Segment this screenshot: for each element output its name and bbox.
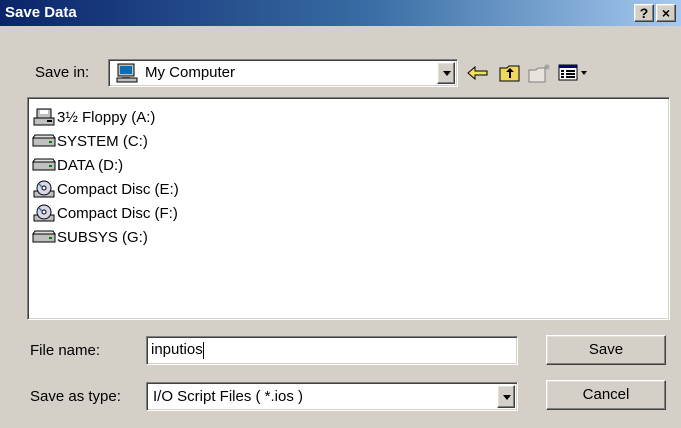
cancel-button[interactable]: Cancel	[546, 380, 666, 410]
close-button[interactable]: ×	[656, 4, 676, 22]
save-in-value: My Computer	[145, 64, 236, 81]
file-name-value: inputios	[151, 341, 203, 358]
list-item[interactable]: Compact Disc (E:)	[32, 178, 179, 200]
save-as-type-dropdown[interactable]: I/O Script Files ( *.ios )	[146, 382, 518, 411]
list-item[interactable]: Compact Disc (F:)	[32, 202, 178, 224]
file-item-label: SUBSYS (G:)	[57, 228, 148, 246]
file-item-label: Compact Disc (F:)	[57, 204, 178, 222]
file-name-label: File name:	[30, 342, 101, 359]
cd-drive-icon	[32, 179, 56, 199]
file-list[interactable]: 3½ Floppy (A:) SYSTEM (C:) DATA (D:) Com…	[27, 97, 670, 320]
file-item-label: Compact Disc (E:)	[57, 180, 179, 198]
save-in-label: Save in:	[35, 64, 90, 81]
hard-drive-icon	[32, 131, 56, 151]
help-button[interactable]: ?	[634, 4, 654, 22]
list-item[interactable]: SYSTEM (C:)	[32, 130, 148, 152]
window-title: Save Data	[5, 4, 77, 21]
hard-drive-icon	[32, 227, 56, 247]
list-item[interactable]: 3½ Floppy (A:)	[32, 106, 155, 128]
save-in-dropdown-arrow[interactable]	[437, 62, 455, 84]
list-item[interactable]: SUBSYS (G:)	[32, 226, 148, 248]
view-menu-icon[interactable]	[557, 60, 591, 86]
list-item[interactable]: DATA (D:)	[32, 154, 123, 176]
title-bar[interactable]: Save Data ? ×	[0, 0, 681, 26]
cd-drive-icon	[32, 203, 56, 223]
save-as-type-label: Save as type:	[30, 388, 121, 405]
save-as-type-value: I/O Script Files ( *.ios )	[153, 388, 304, 405]
hard-drive-icon	[32, 155, 56, 175]
file-name-input[interactable]: inputios	[146, 336, 518, 365]
up-folder-icon[interactable]	[497, 60, 523, 86]
file-item-label: 3½ Floppy (A:)	[57, 108, 156, 126]
new-folder-icon[interactable]	[527, 60, 553, 86]
back-arrow-icon[interactable]	[465, 60, 491, 86]
my-computer-icon	[115, 63, 139, 87]
save-in-dropdown[interactable]: My Computer	[108, 59, 458, 87]
file-item-label: DATA (D:)	[57, 156, 124, 174]
save-as-type-dropdown-arrow[interactable]	[497, 385, 515, 408]
save-button[interactable]: Save	[546, 335, 666, 365]
file-item-label: SYSTEM (C:)	[57, 132, 148, 150]
floppy-drive-icon	[32, 107, 56, 127]
text-cursor	[202, 341, 204, 359]
